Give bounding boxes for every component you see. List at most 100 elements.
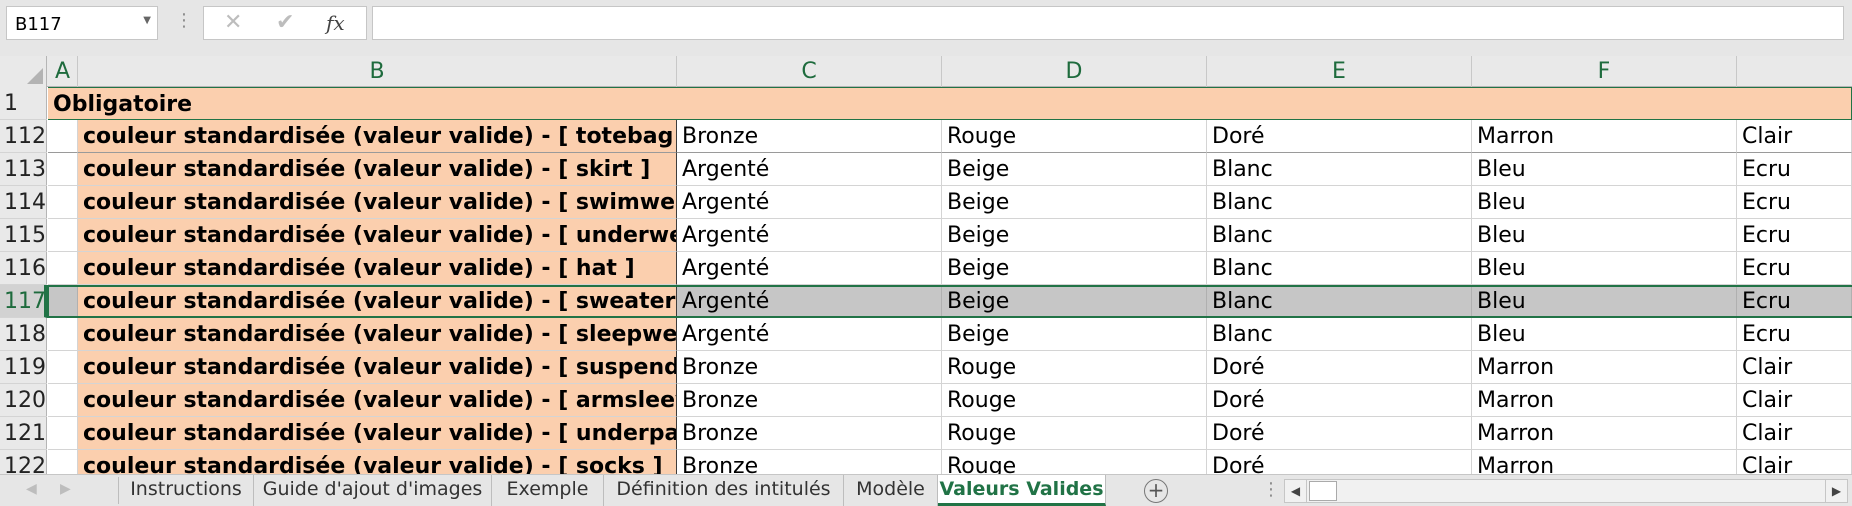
cell-g[interactable]: Ecru: [1737, 153, 1852, 186]
row-header[interactable]: 121: [0, 417, 47, 450]
tab-instructions[interactable]: Instructions: [119, 475, 254, 506]
column-header-d[interactable]: D: [942, 56, 1207, 87]
cell-b-label[interactable]: couleur standardisée (valeur valide) - […: [78, 252, 677, 285]
cell-b-label[interactable]: couleur standardisée (valeur valide) - […: [78, 351, 677, 384]
horizontal-scrollbar[interactable]: ◀ ▶: [1284, 479, 1848, 503]
select-all-button[interactable]: [0, 56, 47, 87]
column-header-f[interactable]: F: [1472, 56, 1737, 87]
cell-d[interactable]: Rouge: [942, 120, 1207, 153]
formula-input[interactable]: [372, 6, 1844, 40]
cell-g[interactable]: Clair: [1737, 384, 1852, 417]
cell-c[interactable]: Argenté: [677, 318, 942, 351]
chevron-down-icon[interactable]: ▼: [143, 15, 151, 26]
cell-b-label[interactable]: couleur standardisée (valeur valide) - […: [78, 153, 677, 186]
cell-b-label[interactable]: couleur standardisée (valeur valide) - […: [78, 219, 677, 252]
cell-f[interactable]: Bleu: [1472, 186, 1737, 219]
cell-e[interactable]: Blanc: [1207, 219, 1472, 252]
insert-function-icon[interactable]: fx: [326, 11, 345, 35]
cell-c[interactable]: Argenté: [677, 219, 942, 252]
scroll-left-icon[interactable]: ◀: [1285, 480, 1307, 502]
cell-d[interactable]: Rouge: [942, 384, 1207, 417]
cell-b-label[interactable]: couleur standardisée (valeur valide) - […: [78, 450, 677, 474]
cell-d[interactable]: Rouge: [942, 417, 1207, 450]
cell-f[interactable]: Marron: [1472, 384, 1737, 417]
cell-f[interactable]: Bleu: [1472, 285, 1737, 318]
cell-f[interactable]: Marron: [1472, 351, 1737, 384]
cell-a[interactable]: [48, 318, 78, 351]
column-header-e[interactable]: E: [1207, 56, 1472, 87]
row-header[interactable]: 116: [0, 252, 47, 285]
cell-f[interactable]: Marron: [1472, 120, 1737, 153]
cell-f[interactable]: Bleu: [1472, 318, 1737, 351]
scroll-tabs-left-icon[interactable]: ◀: [26, 481, 37, 497]
cell-c[interactable]: Bronze: [677, 417, 942, 450]
cell-a[interactable]: [48, 120, 78, 153]
cell-c[interactable]: Argenté: [677, 153, 942, 186]
row-header[interactable]: 112: [0, 120, 47, 153]
tab-guide-images[interactable]: Guide d'ajout d'images: [254, 475, 492, 506]
cell-c[interactable]: Argenté: [677, 285, 942, 318]
cell-d[interactable]: Beige: [942, 318, 1207, 351]
row-header[interactable]: 114: [0, 186, 47, 219]
cell-e[interactable]: Blanc: [1207, 153, 1472, 186]
row-header[interactable]: 120: [0, 384, 47, 417]
cell-a[interactable]: [48, 186, 78, 219]
scroll-tabs-right-icon[interactable]: ▶: [60, 481, 71, 497]
cell-g[interactable]: Clair: [1737, 450, 1852, 474]
cell-g[interactable]: Ecru: [1737, 186, 1852, 219]
cell-d[interactable]: Beige: [942, 219, 1207, 252]
cell-e[interactable]: Doré: [1207, 450, 1472, 474]
row-header[interactable]: 119: [0, 351, 47, 384]
cell-f[interactable]: Bleu: [1472, 219, 1737, 252]
cell-a[interactable]: [48, 153, 78, 186]
more-options-icon[interactable]: ⋮: [1262, 479, 1280, 500]
cell-g[interactable]: Clair: [1737, 351, 1852, 384]
cell-f[interactable]: Marron: [1472, 450, 1737, 474]
column-header-b[interactable]: B: [78, 56, 677, 87]
enter-icon[interactable]: ✔: [276, 10, 294, 35]
cell-a[interactable]: [48, 450, 78, 474]
cancel-icon[interactable]: ✕: [224, 10, 242, 35]
cell-e[interactable]: Blanc: [1207, 252, 1472, 285]
tab-definitions[interactable]: Définition des intitulés: [604, 475, 844, 506]
cell-b-label[interactable]: couleur standardisée (valeur valide) - […: [78, 120, 677, 153]
cell-d[interactable]: Beige: [942, 186, 1207, 219]
cell-a[interactable]: [48, 384, 78, 417]
row-header[interactable]: 122: [0, 450, 47, 474]
cell-d[interactable]: Rouge: [942, 351, 1207, 384]
cell-b-label[interactable]: couleur standardisée (valeur valide) - […: [78, 384, 677, 417]
scrollbar-thumb[interactable]: [1309, 481, 1337, 501]
cell-e[interactable]: Blanc: [1207, 186, 1472, 219]
add-sheet-icon[interactable]: +: [1144, 479, 1168, 503]
cell-a[interactable]: [48, 351, 78, 384]
cell-b-label[interactable]: couleur standardisée (valeur valide) - […: [78, 318, 677, 351]
cell-e[interactable]: Blanc: [1207, 318, 1472, 351]
scroll-right-icon[interactable]: ▶: [1825, 480, 1847, 502]
cell-d[interactable]: Beige: [942, 153, 1207, 186]
cell-a[interactable]: [48, 219, 78, 252]
cell-c[interactable]: Bronze: [677, 384, 942, 417]
cell-g[interactable]: Ecru: [1737, 285, 1852, 318]
row-header[interactable]: 118: [0, 318, 47, 351]
column-header-c[interactable]: C: [677, 56, 942, 87]
cell-a[interactable]: [48, 417, 78, 450]
cell-g[interactable]: Clair: [1737, 120, 1852, 153]
cell-d[interactable]: Rouge: [942, 450, 1207, 474]
tab-valeurs-valides[interactable]: Valeurs Valides: [938, 475, 1106, 506]
cell-b-label[interactable]: couleur standardisée (valeur valide) - […: [78, 417, 677, 450]
cell-e[interactable]: Blanc: [1207, 285, 1472, 318]
cell-f[interactable]: Marron: [1472, 417, 1737, 450]
cell-g[interactable]: Ecru: [1737, 219, 1852, 252]
cell-c[interactable]: Argenté: [677, 252, 942, 285]
cell-c[interactable]: Bronze: [677, 450, 942, 474]
cell-e[interactable]: Doré: [1207, 351, 1472, 384]
cell-c[interactable]: Bronze: [677, 351, 942, 384]
cell-b-label[interactable]: couleur standardisée (valeur valide) - […: [78, 186, 677, 219]
name-box[interactable]: B117 ▼: [6, 6, 158, 40]
cell-d[interactable]: Beige: [942, 252, 1207, 285]
cell-b-label[interactable]: couleur standardisée (valeur valide) - […: [78, 285, 677, 318]
cell-c[interactable]: Bronze: [677, 120, 942, 153]
column-header-a[interactable]: A: [48, 56, 78, 87]
cell-g[interactable]: Clair: [1737, 417, 1852, 450]
cell-e[interactable]: Doré: [1207, 384, 1472, 417]
